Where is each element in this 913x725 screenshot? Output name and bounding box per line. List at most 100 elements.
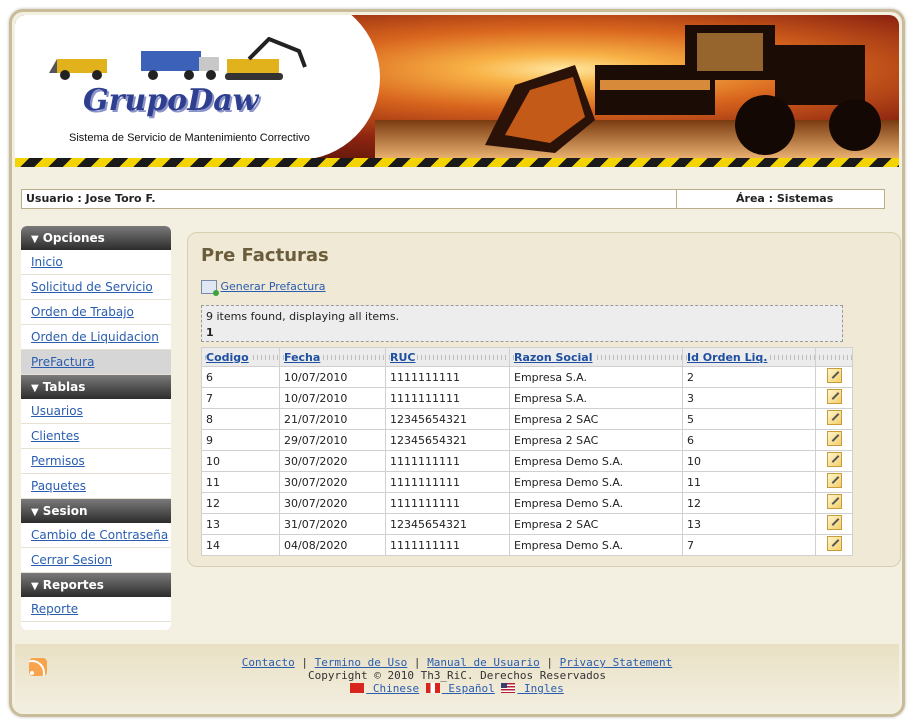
page-frame: GrupoDaw Sistema de Servicio de Mantenim… bbox=[9, 9, 905, 717]
table-cell: 1111111111 bbox=[385, 471, 510, 493]
table-cell: Empresa S.A. bbox=[509, 366, 683, 388]
footer-link-manual[interactable]: Manual de Usuario bbox=[427, 656, 540, 669]
table-cell: 10 bbox=[201, 450, 280, 472]
edit-icon[interactable] bbox=[826, 515, 842, 530]
table-cell: 7 bbox=[201, 387, 280, 409]
user-area: Área : Sistemas bbox=[736, 192, 834, 205]
copyright-text: Copyright © 2010 Th3_RiC. Derechos Reser… bbox=[307, 669, 606, 682]
sidebar-item-prefactura[interactable]: PreFactura bbox=[21, 350, 171, 375]
edit-icon[interactable] bbox=[826, 473, 842, 488]
table-cell: 12345654321 bbox=[385, 408, 510, 430]
sidebar-item-permisos[interactable]: Permisos bbox=[21, 449, 171, 474]
table-cell: 30/07/2020 bbox=[279, 450, 386, 472]
edit-icon[interactable] bbox=[826, 431, 842, 446]
sidebar-item-clientes[interactable]: Clientes bbox=[21, 424, 171, 449]
table-cell: 12 bbox=[682, 492, 816, 514]
table-row: 10 30/07/2020 1111111111 Empresa Demo S.A. 1… bbox=[201, 450, 853, 472]
footer-link-privacy[interactable]: Privacy Statement bbox=[560, 656, 673, 669]
table-cell: 1111111111 bbox=[385, 492, 510, 514]
triangle-down-icon: ▼ bbox=[31, 234, 39, 245]
logo-text: GrupoDaw bbox=[83, 83, 259, 118]
sidebar-section-reportes[interactable]: ▼ Reportes bbox=[21, 573, 171, 597]
col-header-ruc[interactable]: RUC bbox=[385, 347, 510, 367]
table-cell: 10/07/2010 bbox=[279, 366, 386, 388]
usa-flag-icon bbox=[501, 683, 516, 693]
header-banner: GrupoDaw Sistema de Servicio de Mantenim… bbox=[15, 15, 899, 167]
table-cell: 30/07/2020 bbox=[279, 471, 386, 493]
page-number[interactable]: 1 bbox=[206, 326, 214, 339]
sidebar-section-opciones[interactable]: ▼ Opciones bbox=[21, 226, 171, 250]
china-flag-icon bbox=[350, 683, 365, 693]
table-cell: Empresa Demo S.A. bbox=[509, 492, 683, 514]
lang-chinese[interactable]: Chinese bbox=[366, 682, 419, 695]
table-cell: 8 bbox=[201, 408, 280, 430]
table-cell: Empresa 2 SAC bbox=[509, 429, 683, 451]
table-cell: 10 bbox=[682, 450, 816, 472]
items-found-text: 9 items found, displaying all items. bbox=[206, 310, 400, 323]
generate-prefactura-link[interactable]: Generar Prefactura bbox=[201, 280, 326, 296]
edit-cell bbox=[815, 408, 853, 430]
table-row: 8 21/07/2010 12345654321 Empresa 2 SAC 5 bbox=[201, 408, 853, 430]
lang-espanol[interactable]: Español bbox=[442, 682, 494, 695]
user-info-bar: Usuario : Jose Toro F. Área : Sistemas bbox=[21, 189, 885, 209]
table-cell: 12345654321 bbox=[385, 429, 510, 451]
edit-cell bbox=[815, 471, 853, 493]
edit-icon[interactable] bbox=[826, 452, 842, 467]
sidebar-item-usuarios[interactable]: Usuarios bbox=[21, 399, 171, 424]
table-row: 14 04/08/2020 1111111111 Empresa Demo S.A. 7 bbox=[201, 534, 853, 556]
table-cell: 04/08/2020 bbox=[279, 534, 386, 556]
sidebar-item-orden-liquidacion[interactable]: Orden de Liquidacion bbox=[21, 325, 171, 350]
table-cell: 9 bbox=[201, 429, 280, 451]
table-cell: Empresa Demo S.A. bbox=[509, 534, 683, 556]
table-cell: 6 bbox=[201, 366, 280, 388]
sidebar-item-solicitud[interactable]: Solicitud de Servicio bbox=[21, 275, 171, 300]
edit-icon[interactable] bbox=[826, 494, 842, 509]
sidebar-item-reporte[interactable]: Reporte bbox=[21, 597, 171, 622]
sidebar-menu: ▼ Opciones Inicio Solicitud de Servicio O… bbox=[21, 226, 171, 630]
sidebar-section-sesion[interactable]: ▼ Sesion bbox=[21, 499, 171, 523]
edit-icon[interactable] bbox=[826, 536, 842, 551]
edit-cell bbox=[815, 387, 853, 409]
col-header-id-orden[interactable]: Id Orden Liq. bbox=[682, 347, 816, 367]
col-header-codigo[interactable]: Codigo bbox=[201, 347, 280, 367]
edit-icon[interactable] bbox=[826, 389, 842, 404]
sidebar-item-orden-trabajo[interactable]: Orden de Trabajo bbox=[21, 300, 171, 325]
table-cell: 11 bbox=[201, 471, 280, 493]
footer-link-termino[interactable]: Termino de Uso bbox=[315, 656, 408, 669]
sidebar-item-cambio-contrasena[interactable]: Cambio de Contraseña bbox=[21, 523, 171, 548]
table-cell: 1111111111 bbox=[385, 534, 510, 556]
page-title: Pre Facturas bbox=[201, 245, 329, 266]
table-cell: 10/07/2010 bbox=[279, 387, 386, 409]
table-cell: Empresa Demo S.A. bbox=[509, 450, 683, 472]
col-header-razon-social[interactable]: Razon Social bbox=[509, 347, 683, 367]
table-cell: 5 bbox=[682, 408, 816, 430]
table-row: 9 29/07/2010 12345654321 Empresa 2 SAC 6 bbox=[201, 429, 853, 451]
table-cell: Empresa S.A. bbox=[509, 387, 683, 409]
pagination-info: 9 items found, displaying all items. 1 bbox=[201, 305, 843, 342]
table-row: 6 10/07/2010 1111111111 Empresa S.A. 2 bbox=[201, 366, 853, 388]
table-cell: Empresa Demo S.A. bbox=[509, 471, 683, 493]
machinery-logo-icon bbox=[49, 37, 307, 80]
table-cell: Empresa 2 SAC bbox=[509, 513, 683, 535]
col-header-fecha[interactable]: Fecha bbox=[279, 347, 386, 367]
footer: Contacto | Termino de Uso | Manual de Us… bbox=[15, 644, 899, 714]
edit-cell bbox=[815, 534, 853, 556]
edit-icon[interactable] bbox=[826, 368, 842, 383]
lang-ingles[interactable]: Ingles bbox=[517, 682, 564, 695]
col-header-actions bbox=[815, 347, 853, 367]
sidebar-item-paquetes[interactable]: Paquetes bbox=[21, 474, 171, 499]
bulldozer-image bbox=[485, 25, 881, 155]
table-cell: Empresa 2 SAC bbox=[509, 408, 683, 430]
edit-icon[interactable] bbox=[826, 410, 842, 425]
table-cell: 11 bbox=[682, 471, 816, 493]
sidebar-section-tablas[interactable]: ▼ Tablas bbox=[21, 375, 171, 399]
site-subtitle: Sistema de Servicio de Mantenimiento Cor… bbox=[69, 132, 310, 144]
table-cell: 3 bbox=[682, 387, 816, 409]
footer-links: Contacto | Termino de Uso | Manual de Us… bbox=[241, 656, 673, 695]
prefacturas-table: Codigo Fecha RUC Razon Social Id Orden L… bbox=[201, 347, 853, 556]
sidebar-item-cerrar-sesion[interactable]: Cerrar Sesion bbox=[21, 548, 171, 573]
sidebar-item-inicio[interactable]: Inicio bbox=[21, 250, 171, 275]
edit-cell bbox=[815, 450, 853, 472]
hazard-stripe bbox=[15, 158, 899, 167]
footer-link-contacto[interactable]: Contacto bbox=[242, 656, 295, 669]
